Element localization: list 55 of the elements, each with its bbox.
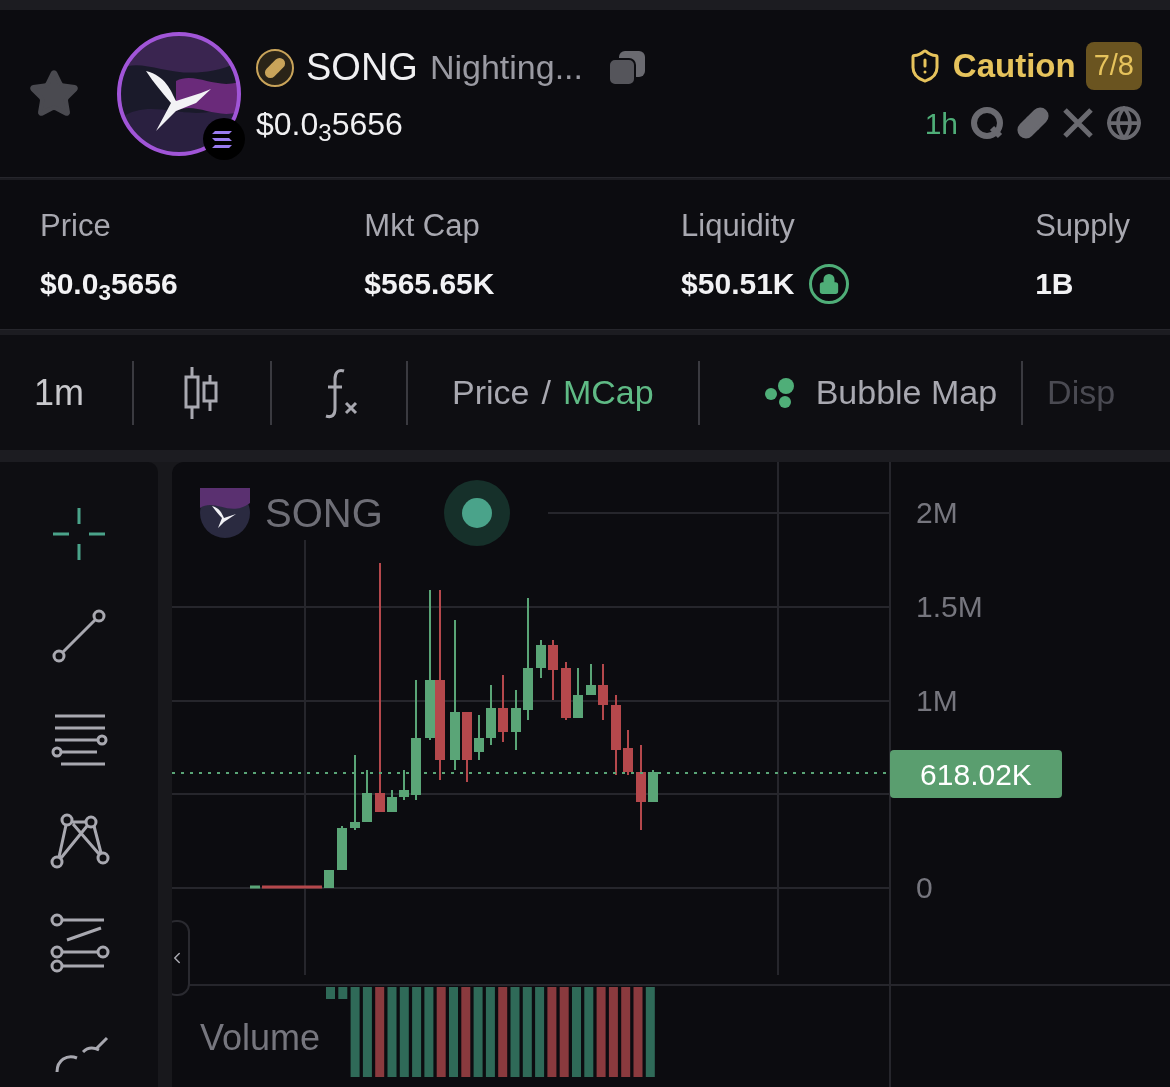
stat-label: Price: [40, 206, 112, 245]
token-price: $0.0$_{3}$5656: [256, 105, 404, 148]
candle: [511, 689, 521, 751]
stat-value: 1B: [1035, 266, 1074, 303]
pill-icon[interactable]: [1016, 106, 1050, 141]
candle: [262, 885, 322, 889]
candle: [399, 769, 409, 801]
candle: [474, 714, 484, 761]
candle: [250, 885, 260, 889]
axis-tick-label: 2M: [916, 495, 958, 531]
candle: [548, 639, 558, 701]
stat-value: $0.0$_{3}$5656: [40, 266, 178, 307]
candlestick-icon[interactable]: [182, 366, 220, 419]
candle: [536, 639, 546, 679]
last-value-label: 618.02K: [890, 750, 1062, 798]
chart-symbol: SONG: [265, 490, 383, 536]
stat-value: $50.51K: [681, 266, 795, 303]
bubble-map-button[interactable]: Bubble Map: [763, 367, 998, 418]
interval-button[interactable]: 1m: [34, 365, 84, 420]
x-icon[interactable]: [1062, 107, 1094, 140]
candle: [623, 729, 633, 776]
candle: [561, 661, 571, 721]
candle: [573, 667, 583, 718]
stat-label: Supply: [1035, 206, 1130, 245]
search-icon[interactable]: [970, 106, 1004, 141]
token-symbol: SONG: [306, 45, 418, 90]
token-name: Nighting...: [429, 47, 583, 88]
axis-tick-label: 0: [916, 870, 933, 906]
solana-icon: [202, 116, 246, 161]
candle: [337, 825, 347, 871]
candle: [362, 769, 372, 823]
token-age: 1h: [924, 105, 958, 142]
stat-label: Mkt Cap: [364, 206, 481, 245]
display-mode-tab[interactable]: MCap: [562, 367, 654, 418]
candle: [648, 769, 658, 803]
bubbles-icon: [763, 376, 796, 409]
candle: [486, 684, 496, 746]
display-mode-tab[interactable]: Price: [452, 367, 530, 418]
contract-pill-icon: [256, 48, 294, 87]
copy-icon[interactable]: [609, 50, 645, 85]
candle: [324, 869, 334, 889]
globe-icon[interactable]: [1106, 105, 1142, 142]
candle: [462, 711, 472, 783]
axis-tick-label: 1.5M: [916, 589, 983, 625]
candle: [598, 663, 608, 721]
candle: [387, 789, 397, 813]
stat-value: $565.65K: [364, 266, 495, 303]
candle: [498, 674, 508, 743]
stat-label: Liquidity: [681, 206, 796, 245]
risk-label: Caution: [952, 46, 1076, 87]
candle: [586, 663, 596, 695]
axis-tick-label: 1M: [916, 683, 958, 719]
risk-score: 7/8: [1085, 42, 1142, 90]
volume-label: Volume: [200, 1017, 321, 1059]
mode-separator: /: [541, 372, 551, 413]
